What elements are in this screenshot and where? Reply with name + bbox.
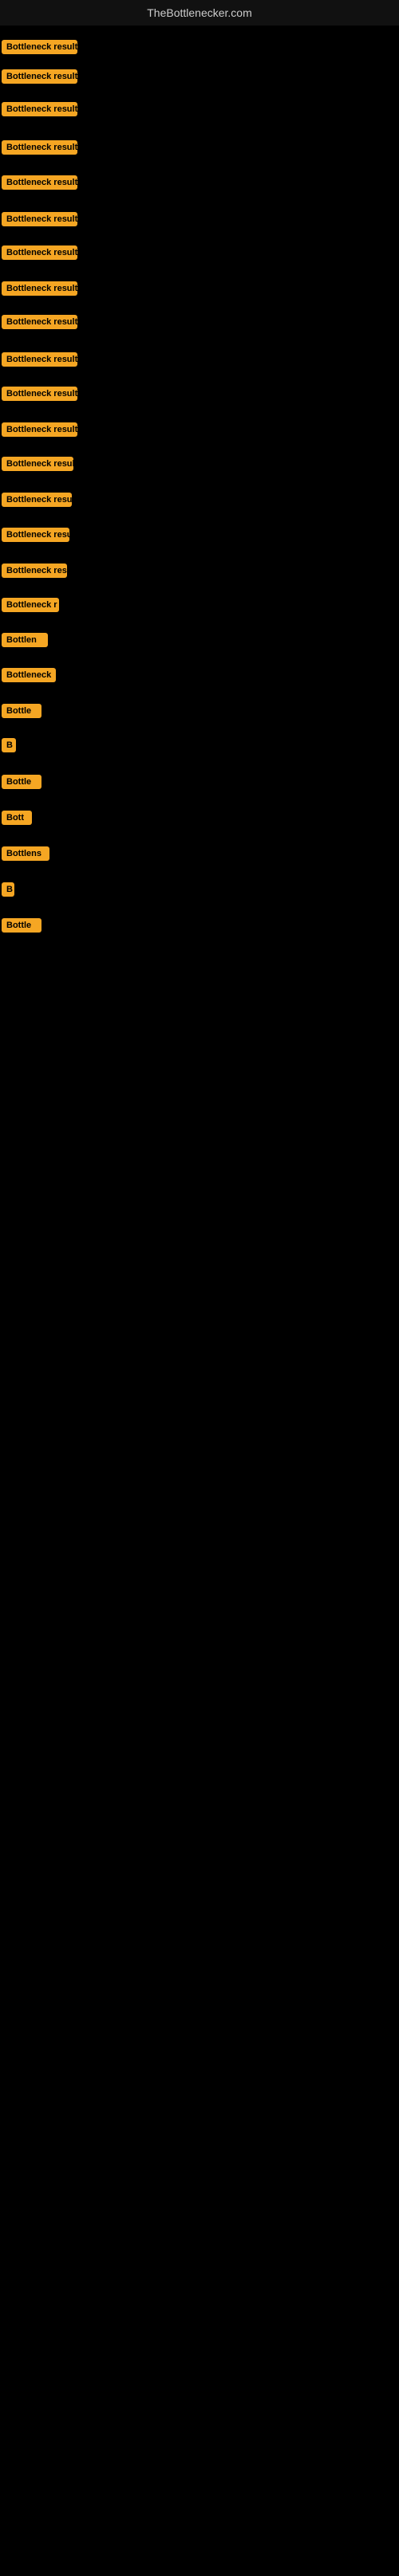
bottleneck-result-5: Bottleneck result [2,175,77,194]
bottleneck-result-6: Bottleneck result [2,212,77,230]
bottleneck-result-18: Bottlen [2,633,48,651]
bottleneck-badge-2: Bottleneck result [2,69,77,84]
bottleneck-badge-20: Bottle [2,704,41,718]
bottleneck-result-26: Bottle [2,918,41,937]
bottleneck-badge-12: Bottleneck result [2,422,77,437]
bottleneck-badge-17: Bottleneck r [2,598,59,612]
bottleneck-result-16: Bottleneck result [2,564,67,582]
bottleneck-result-2: Bottleneck result [2,69,77,88]
bottleneck-badge-1: Bottleneck result [2,40,77,54]
bottleneck-result-15: Bottleneck result [2,528,69,546]
site-title: TheBottlenecker.com [0,0,399,26]
bottleneck-badge-24: Bottlens [2,846,49,861]
bottleneck-badge-26: Bottle [2,918,41,933]
bottleneck-badge-15: Bottleneck result [2,528,69,542]
bottleneck-result-12: Bottleneck result [2,422,77,441]
bottleneck-result-20: Bottle [2,704,41,722]
bottleneck-badge-8: Bottleneck result [2,281,77,296]
bottleneck-badge-9: Bottleneck result [2,315,77,329]
bottleneck-result-19: Bottleneck [2,668,56,686]
bottleneck-badge-21: B [2,738,16,752]
bottleneck-result-10: Bottleneck result [2,352,77,371]
bottleneck-badge-13: Bottleneck result [2,457,73,471]
bottleneck-result-11: Bottleneck result [2,387,77,405]
bottleneck-result-7: Bottleneck result [2,245,77,264]
bottleneck-badge-3: Bottleneck result [2,102,77,116]
bottleneck-badge-11: Bottleneck result [2,387,77,401]
bottleneck-result-23: Bott [2,811,32,829]
bottleneck-badge-19: Bottleneck [2,668,56,682]
bottleneck-badge-18: Bottlen [2,633,48,647]
bottleneck-result-14: Bottleneck result [2,493,72,511]
bottleneck-result-4: Bottleneck result [2,140,77,159]
bottleneck-badge-25: B [2,882,14,897]
bottleneck-badge-16: Bottleneck result [2,564,67,578]
bottleneck-badge-10: Bottleneck result [2,352,77,367]
bottleneck-badge-22: Bottle [2,775,41,789]
bottleneck-result-25: B [2,882,14,901]
bottleneck-badge-5: Bottleneck result [2,175,77,190]
bottleneck-result-24: Bottlens [2,846,49,865]
bottleneck-result-17: Bottleneck r [2,598,59,616]
bottleneck-badge-7: Bottleneck result [2,245,77,260]
bottleneck-badge-14: Bottleneck result [2,493,72,507]
bottleneck-result-3: Bottleneck result [2,102,77,120]
bottleneck-result-9: Bottleneck result [2,315,77,333]
bottleneck-badge-4: Bottleneck result [2,140,77,155]
bottleneck-result-13: Bottleneck result [2,457,73,475]
bottleneck-result-21: B [2,738,16,756]
bottleneck-result-1: Bottleneck result [2,40,77,58]
bottleneck-badge-23: Bott [2,811,32,825]
bottleneck-result-22: Bottle [2,775,41,793]
bottleneck-badge-6: Bottleneck result [2,212,77,226]
bottleneck-result-8: Bottleneck result [2,281,77,300]
